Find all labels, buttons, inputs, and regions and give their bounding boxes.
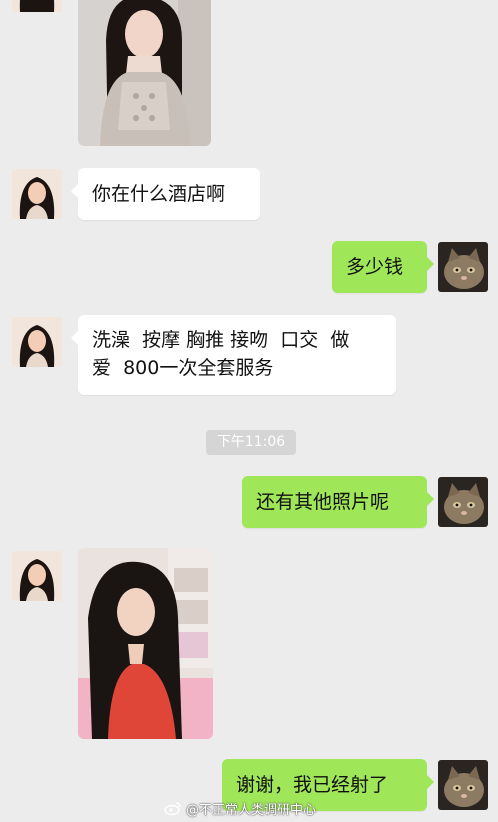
girl-avatar-icon bbox=[12, 0, 62, 12]
my-avatar[interactable] bbox=[438, 242, 488, 292]
chat-bubble-received[interactable]: 洗澡 按摩 胸推 接吻 口交 做 爱 800一次全套服务 bbox=[71, 315, 396, 395]
chat-timestamp: 下午11:06 bbox=[206, 430, 296, 455]
my-avatar[interactable] bbox=[438, 760, 488, 810]
cat-avatar-icon bbox=[438, 242, 488, 292]
cat-avatar-icon bbox=[438, 760, 488, 810]
photo-message[interactable] bbox=[78, 0, 211, 146]
cat-avatar-icon bbox=[438, 477, 488, 527]
message-text: 多少钱 bbox=[346, 256, 404, 278]
message-text: 还有其他照片呢 bbox=[256, 491, 390, 513]
contact-avatar[interactable] bbox=[12, 551, 62, 601]
my-avatar[interactable] bbox=[438, 477, 488, 527]
contact-avatar[interactable] bbox=[12, 317, 62, 367]
chat-bubble-sent[interactable]: 还有其他照片呢 bbox=[242, 476, 434, 528]
message-text-line: 洗澡 按摩 胸推 接吻 口交 做 bbox=[92, 329, 350, 351]
message-text: 你在什么酒店啊 bbox=[92, 183, 226, 205]
girl-avatar-icon bbox=[12, 317, 62, 367]
photo-image bbox=[78, 548, 213, 739]
chat-bubble-sent[interactable]: 多少钱 bbox=[332, 241, 434, 293]
message-text-line: 爱 800一次全套服务 bbox=[92, 357, 274, 379]
photo-message[interactable] bbox=[78, 548, 213, 739]
watermark: @不正常人类调研中心 bbox=[164, 798, 316, 818]
message-text: 谢谢，我已经射了 bbox=[236, 774, 389, 796]
contact-avatar[interactable] bbox=[12, 169, 62, 219]
girl-avatar-icon bbox=[12, 551, 62, 601]
weibo-logo-icon bbox=[164, 802, 181, 815]
photo-image bbox=[78, 0, 211, 146]
contact-avatar[interactable] bbox=[12, 0, 62, 12]
girl-avatar-icon bbox=[12, 169, 62, 219]
chat-bubble-received[interactable]: 你在什么酒店啊 bbox=[71, 168, 260, 220]
watermark-text: @不正常人类调研中心 bbox=[186, 802, 317, 818]
